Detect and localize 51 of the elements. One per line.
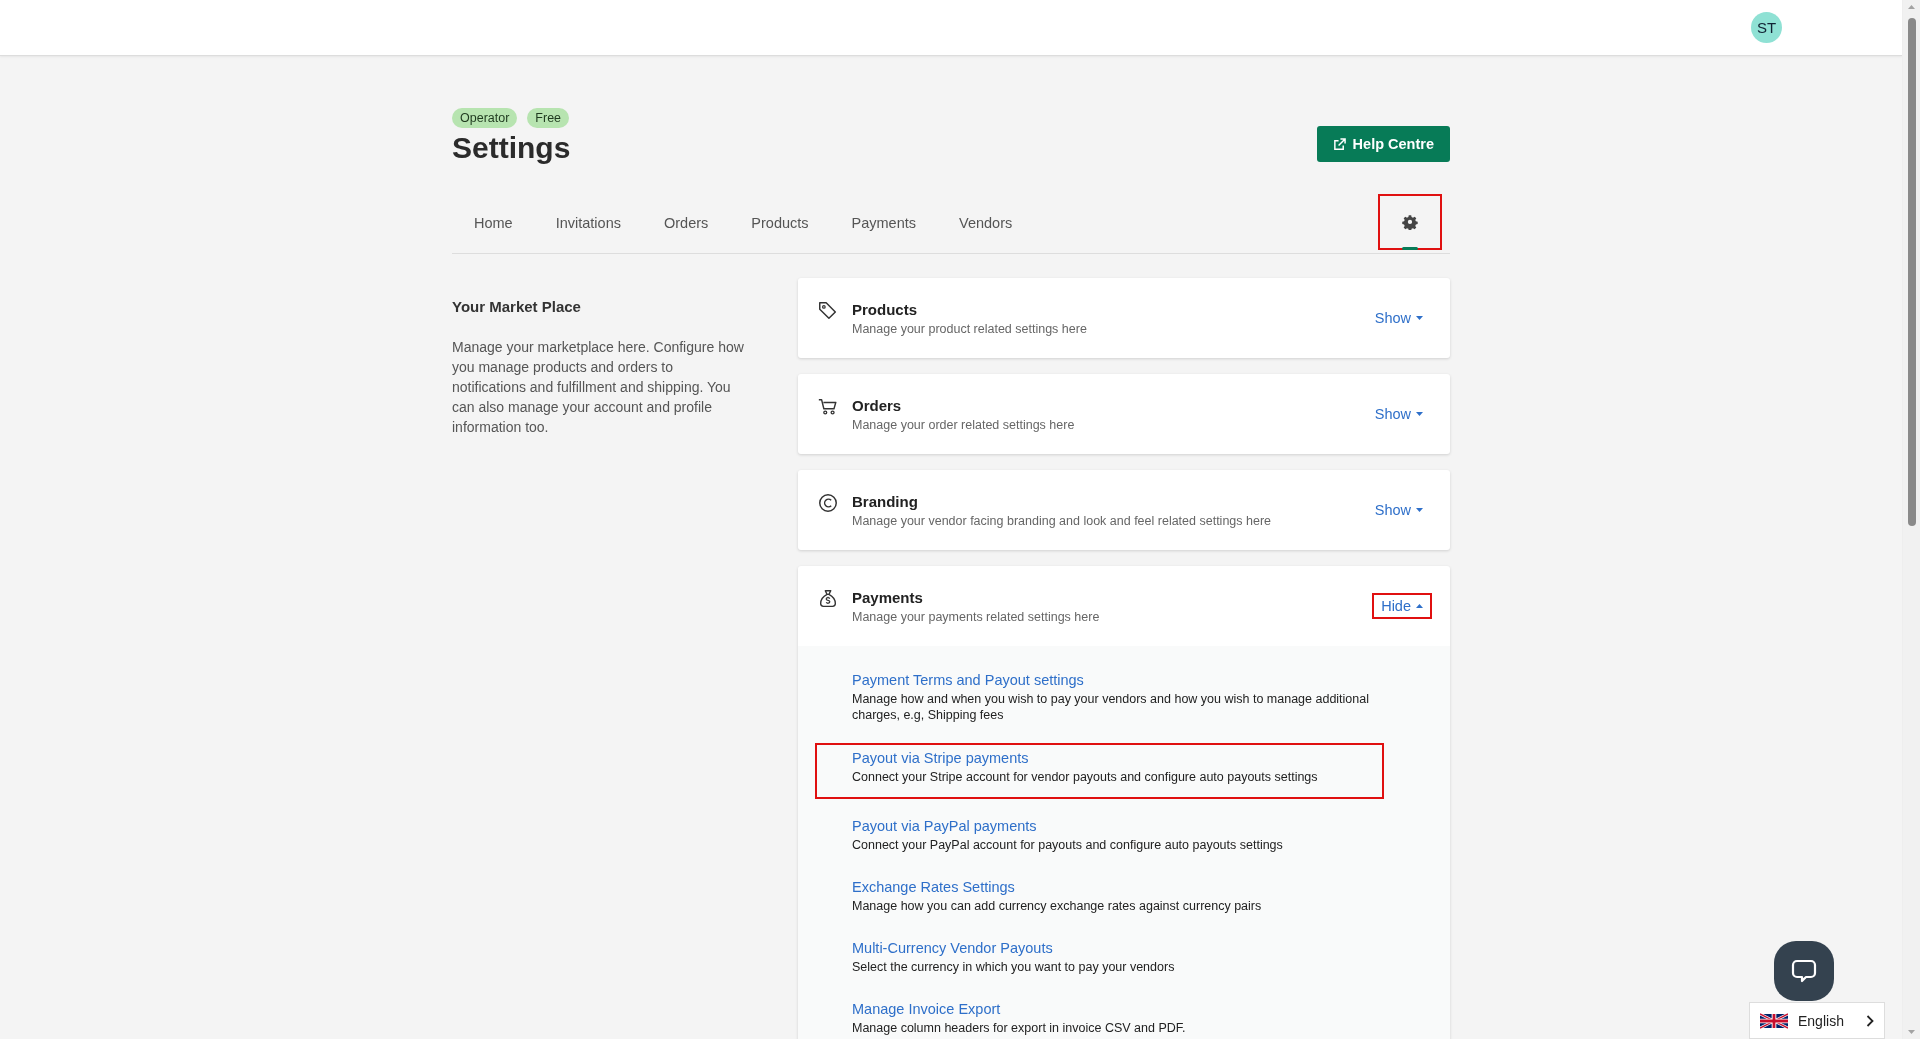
nav-tab[interactable]: Products [729,193,830,253]
link-description: Manage how and when you wish to pay your vendors and how you wish to manage additional charges, e.g, Shipping fees [852,691,1370,723]
chevron-right-icon [1866,1014,1874,1027]
card-title: Orders [852,396,903,414]
settings-icon [1402,214,1418,230]
expand-toggle[interactable]: Show [1367,499,1430,521]
settings-link[interactable]: Exchange Rates Settings [852,879,1015,895]
settings-link[interactable]: Multi-Currency Vendor Payouts [852,940,1053,956]
caret-down-icon [1416,412,1423,416]
caret-down-icon [1416,508,1423,512]
card-description: Manage your order related settings here [852,417,1076,432]
caret-down-icon [1416,316,1423,320]
chat-button[interactable] [1774,941,1834,1001]
flag-icon [1760,1011,1788,1030]
collapse-toggle[interactable]: Hide [1374,595,1430,617]
link-description: Manage column headers for export in invoice CSV and PDF. [852,1020,1187,1036]
card-title: Branding [852,492,919,510]
card-title: Payments [852,588,924,606]
nav-tab[interactable]: Vendors [937,193,1034,253]
expand-toggle[interactable]: Show [1367,307,1430,329]
nav-tab[interactable]: Invitations [533,193,642,253]
settings-link[interactable]: Payment Terms and Payout settings [852,672,1084,688]
chat-bubble-icon [1790,957,1818,985]
card-title: Products [852,300,918,318]
copyright-icon [816,492,840,514]
card-description: Manage your payments related settings here [852,609,1101,624]
settings-tab[interactable] [1378,194,1442,250]
link-description: Connect your Stripe account for vendor payouts and configure auto payouts settings [852,769,1319,785]
nav-tab[interactable]: Home [452,193,534,253]
role-badge: Free [527,108,570,128]
expand-toggle[interactable]: Show [1367,403,1430,425]
caret-up-icon [1416,604,1423,608]
card-description: Manage your vendor facing branding and look and feel related settings here [852,513,1273,528]
page-title: Settings [452,131,571,165]
nav-tab[interactable]: Orders [642,193,730,253]
settings-link[interactable]: Payout via Stripe payments [852,750,1029,766]
role-badge: Operator [452,108,518,128]
settings-link[interactable]: Payout via PayPal payments [852,818,1037,834]
external-link-icon [1332,137,1346,151]
card-description: Manage your product related settings here [852,321,1088,336]
help-centre-button[interactable]: Help Centre [1316,126,1450,162]
section-description: Manage your marketplace here. Configure how you manage products and orders to notifications and fulfillment and shipping. You can also manage your account and profile information too. [452,338,745,437]
user-avatar[interactable]: ST [1751,12,1782,43]
scrollbar[interactable] [1902,0,1920,1039]
language-selector[interactable]: English [1749,1002,1885,1039]
link-description: Manage how you can add currency exchange rates against currency pairs [852,898,1263,914]
section-heading: Your Market Place [452,298,582,315]
link-description: Select the currency in which you want to pay your vendors [852,959,1176,975]
link-description: Connect your PayPal account for payouts and configure auto payouts settings [852,837,1284,853]
nav-tab[interactable]: Payments [829,193,938,253]
settings-link[interactable]: Manage Invoice Export [852,1001,1001,1017]
